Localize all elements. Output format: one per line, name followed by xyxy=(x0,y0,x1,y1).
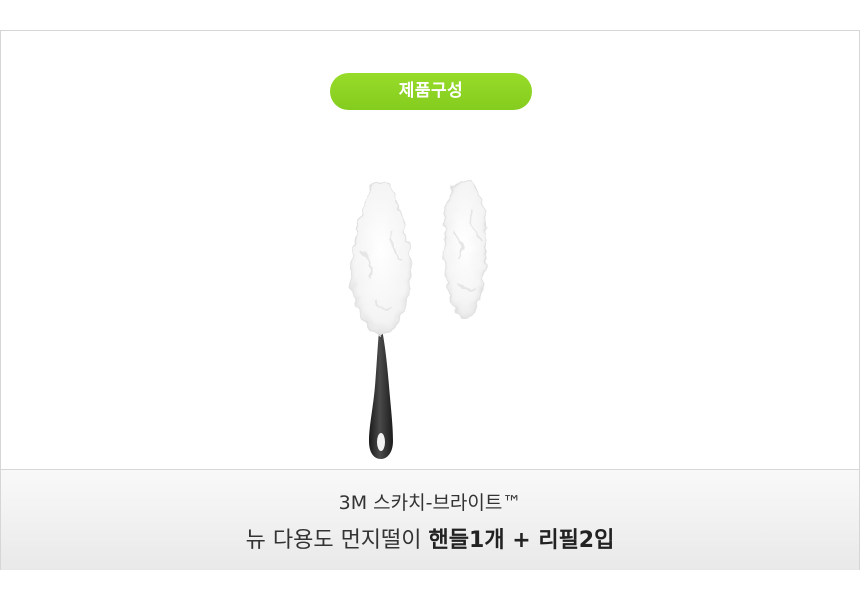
caption-brand: 3M 스카치-브라이트™ xyxy=(338,492,522,514)
duster-handle xyxy=(369,321,393,459)
caption-product: 뉴 다용도 먼지떨이 핸들1개 + 리필2입 xyxy=(1,522,859,554)
refill-head xyxy=(443,180,487,320)
product-caption: 3M 스카치-브라이트™ 뉴 다용도 먼지떨이 핸들1개 + 리필2입 xyxy=(1,469,859,570)
duster-head xyxy=(350,180,412,338)
caption-composition: 핸들1개 + 리필2입 xyxy=(428,528,615,553)
product-composition-panel: 제품구성 3M 스카치-브라이트™ 뉴 다용도 먼지떨이 핸들1개 + 리필2입 xyxy=(0,30,860,570)
product-composition-badge: 제품구성 xyxy=(330,73,532,110)
caption-product-name: 뉴 다용도 먼지떨이 xyxy=(245,528,422,553)
duster-product-image xyxy=(350,180,487,459)
